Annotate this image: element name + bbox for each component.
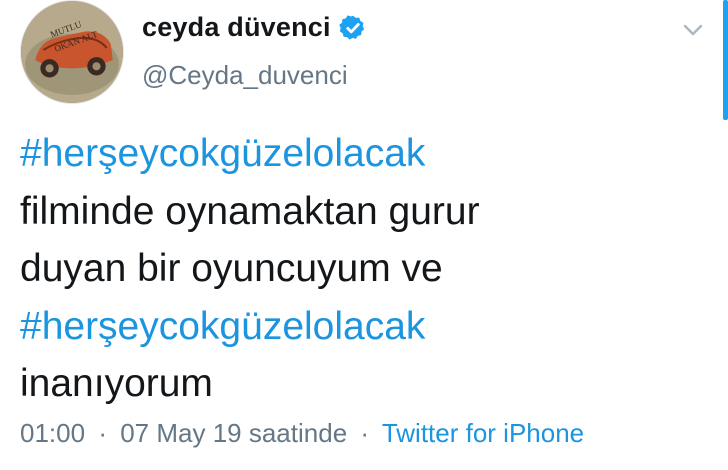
hashtag-link[interactable]: #herşeycokgüzelolacak <box>20 298 480 356</box>
tweet-text-line: inanıyorum <box>20 362 213 406</box>
verified-badge-icon <box>338 14 367 42</box>
chevron-down-icon[interactable] <box>682 22 704 38</box>
avatar[interactable]: MUTLU OKAN ALT <box>20 0 124 104</box>
tweet-date[interactable]: 07 May 19 saatinde <box>120 418 347 448</box>
tweet-source-link[interactable]: Twitter for iPhone <box>382 418 584 448</box>
tweet-meta: 01:00 · 07 May 19 saatinde · Twitter for… <box>20 418 584 449</box>
separator: · <box>98 418 107 448</box>
tweet-time[interactable]: 01:00 <box>20 418 85 448</box>
handle[interactable]: @Ceyda_duvenci <box>142 60 348 91</box>
scrollbar[interactable] <box>723 0 728 120</box>
tweet-text: #herşeycokgüzelolacak filminde oynamakta… <box>20 125 480 413</box>
hashtag-link[interactable]: #herşeycokgüzelolacak <box>20 125 480 183</box>
tweet-text-line: filminde oynamaktan gurur <box>20 189 480 233</box>
separator: · <box>360 418 370 448</box>
tweet-card: MUTLU OKAN ALT ceyda düvenci @Ceyda_duve… <box>0 0 728 470</box>
tweet-text-line: duyan bir oyuncuyum ve <box>20 247 443 291</box>
name-row: ceyda düvenci <box>142 12 367 43</box>
avatar-image: MUTLU OKAN ALT <box>21 1 123 103</box>
display-name[interactable]: ceyda düvenci <box>142 12 331 43</box>
